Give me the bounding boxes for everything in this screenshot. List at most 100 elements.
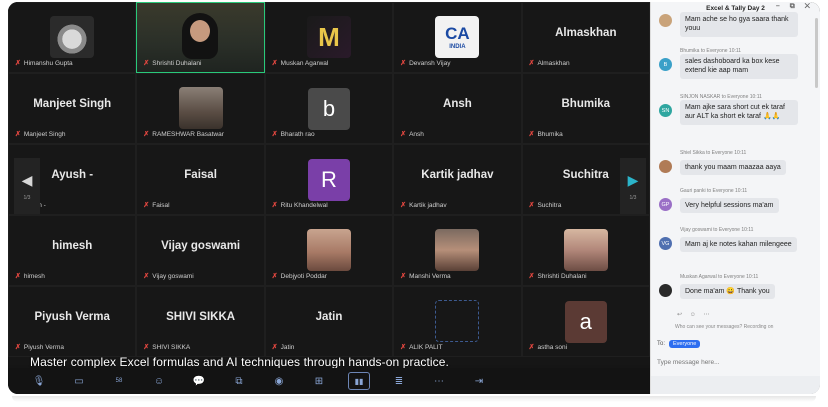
reactions-icon[interactable]: ☺ xyxy=(148,372,170,390)
participant-name: Piyush Verma xyxy=(23,343,64,351)
participant-label: ✗ Shrishti Duhalani xyxy=(529,272,587,281)
logo-subtext: INDIA xyxy=(449,44,466,50)
participant-avatar xyxy=(435,229,480,271)
mic-muted-icon: ✗ xyxy=(15,131,21,138)
participant-name: Faisal xyxy=(152,201,170,209)
participant-tile[interactable]: ✗ Shrishti Duhalani xyxy=(136,2,265,73)
participant-name: himesh xyxy=(23,272,45,280)
participant-tile[interactable]: ✗ RAMESHWAR Basatwar xyxy=(136,73,265,144)
window-shadow xyxy=(12,396,816,402)
mic-muted-icon: ✗ xyxy=(15,60,21,67)
share-screen-icon[interactable]: ⧉ xyxy=(228,372,250,390)
participant-name: Jatin xyxy=(280,343,295,351)
participant-tile[interactable]: Almaskhan ✗ Almaskhan xyxy=(521,2,650,73)
pause-icon[interactable]: ▮▮ xyxy=(348,372,370,390)
participant-name: Shrishti Duhalani xyxy=(537,272,587,280)
participant-tile[interactable]: Faisal ✗ Faisal xyxy=(136,144,265,215)
participant-label: ✗ Faisal xyxy=(143,201,170,210)
participant-label: ✗ Ansh xyxy=(400,130,424,139)
participant-label: ✗ Bharath rao xyxy=(271,130,315,139)
mic-muted-icon: ✗ xyxy=(143,131,150,138)
mic-muted-icon: ✗ xyxy=(271,344,278,351)
visibility-note[interactable]: Who can see your messages? Recording on xyxy=(675,324,773,330)
message-bubble: sales dashoboard ka box kese extend kie … xyxy=(680,54,798,79)
participant-initial: R xyxy=(307,159,350,201)
participant-avatar xyxy=(178,87,223,129)
apps-icon[interactable]: ⊞ xyxy=(308,372,330,390)
participant-label: ✗ Devansh Vijay xyxy=(400,59,451,68)
chevron-right-icon: ▶ xyxy=(627,171,639,188)
mic-muted-icon: ✗ xyxy=(271,131,278,138)
record-icon[interactable]: ◉ xyxy=(268,372,290,390)
participant-name: Manjeet Singh xyxy=(23,130,66,138)
participant-label: ✗ ALIK PALIT xyxy=(400,343,442,352)
participant-name: SHIVI SIKKA xyxy=(152,343,191,351)
message-actions-icon[interactable]: ↩ ☺ ⋯ xyxy=(677,311,713,318)
participant-tile[interactable]: SHIVI SIKKA ✗ SHIVI SIKKA xyxy=(136,286,265,357)
participant-tile[interactable]: Jatin ✗ Jatin xyxy=(264,286,394,357)
chevron-left-icon: ◀ xyxy=(21,171,33,188)
message-bubble: Mam ajke sara short cut ek taraf aur ALT… xyxy=(680,100,798,125)
chat-message: Muskan Agarwal to Everyone 10:11 Done ma'… xyxy=(657,274,807,300)
participant-label: ✗ Almaskhan xyxy=(529,59,570,68)
participant-tile[interactable]: ✗ ALIK PALIT xyxy=(393,286,522,357)
message-meta: Vijay goswami to Everyone 10:11 xyxy=(680,227,754,233)
participant-tile[interactable]: R ✗ Ritu Khandelwal xyxy=(264,144,394,215)
participant-tile[interactable]: b ✗ Bharath rao xyxy=(264,73,394,144)
window-controls-icon[interactable]: – ⧉ ✕ xyxy=(776,3,814,11)
sender-avatar xyxy=(659,14,672,27)
participant-tile[interactable]: CA INDIA ✗ Devansh Vijay xyxy=(393,2,522,73)
participant-name: Vijay goswami xyxy=(152,272,194,280)
notes-icon[interactable]: ≣ xyxy=(388,372,410,390)
recipient-selector[interactable]: Everyone xyxy=(669,340,701,348)
to-label: To: xyxy=(657,341,666,347)
participant-tile[interactable]: Ansh ✗ Ansh xyxy=(393,73,522,144)
mic-muted-icon: ✗ xyxy=(143,202,150,209)
participant-tile[interactable]: Vijay goswami ✗ Vijay goswami xyxy=(136,215,265,286)
participant-tile[interactable]: ✗ Himanshu Gupta xyxy=(8,2,137,73)
participants-icon[interactable]: 58 xyxy=(108,372,130,390)
participant-display-name: Manjeet Singh xyxy=(33,98,112,110)
mic-muted-icon: ✗ xyxy=(400,202,407,209)
mic-muted-icon: ✗ xyxy=(400,60,407,67)
video-camera-icon[interactable]: ▭ xyxy=(68,372,90,390)
participant-name: Devansh Vijay xyxy=(409,59,451,67)
participant-display-name: Ansh xyxy=(443,98,472,110)
mic-muted-icon: ✗ xyxy=(400,344,407,351)
participant-label: ✗ Himanshu Gupta xyxy=(15,59,73,68)
participant-avatar: M xyxy=(306,16,351,58)
participants-count: 58 xyxy=(115,378,123,384)
next-page-button[interactable]: ▶ 1/3 xyxy=(620,158,646,214)
participant-tile[interactable]: Bhumika ✗ Bhumika xyxy=(521,73,650,144)
message-bubble: Very helpful sessions ma'am xyxy=(680,198,779,214)
participant-tile[interactable]: Manjeet Singh ✗ Manjeet Singh xyxy=(8,73,137,144)
participant-tile[interactable]: ✗ Manshi Verma xyxy=(393,215,522,286)
mic-muted-icon: ✗ xyxy=(271,273,278,280)
mic-muted-icon: ✗ xyxy=(271,60,278,67)
participant-name: Debjyoti Poddar xyxy=(280,272,327,280)
microphone-icon[interactable]: 🎙 xyxy=(28,372,50,390)
more-icon[interactable]: ⋯ xyxy=(428,372,450,390)
leave-icon[interactable]: ⇥ xyxy=(468,372,490,390)
chat-message-input[interactable] xyxy=(657,355,807,369)
participant-tile[interactable]: ✗ Shrishti Duhalani xyxy=(521,215,650,286)
chat-message: SN SINJON NASKAR to Everyone 10:11 Mam ajk… xyxy=(657,94,807,125)
participant-tile[interactable]: Piyush Verma ✗ Piyush Verma xyxy=(8,286,137,357)
video-grid: ✗ Himanshu Gupta ✗ Shrishti Duhalani M ✗ Muska… xyxy=(8,2,650,365)
prev-page-button[interactable]: ◀ 1/3 xyxy=(14,158,40,214)
participant-name: Suchitra xyxy=(537,201,562,209)
participant-name: RAMESHWAR Basatwar xyxy=(152,130,224,138)
participant-name: Almaskhan xyxy=(537,59,570,67)
participant-tile[interactable]: a ✗ astha soni xyxy=(521,286,650,357)
chat-scrollbar[interactable] xyxy=(815,18,818,88)
participant-tile[interactable]: himesh ✗ himesh xyxy=(8,215,137,286)
participant-tile[interactable]: ✗ Debjyoti Poddar xyxy=(264,215,394,286)
chat-bubble-icon[interactable]: 💬 xyxy=(188,372,210,390)
sender-avatar: GP xyxy=(659,198,672,211)
participant-tile[interactable]: Kartik jadhav ✗ Kartik jadhav xyxy=(393,144,522,215)
participant-label: ✗ Suchitra xyxy=(529,201,562,210)
participant-label: ✗ Jatin xyxy=(271,343,295,352)
participant-tile[interactable]: M ✗ Muskan Agarwal xyxy=(264,2,394,73)
mic-muted-icon: ✗ xyxy=(528,131,535,138)
logo-text: CA xyxy=(445,24,470,43)
